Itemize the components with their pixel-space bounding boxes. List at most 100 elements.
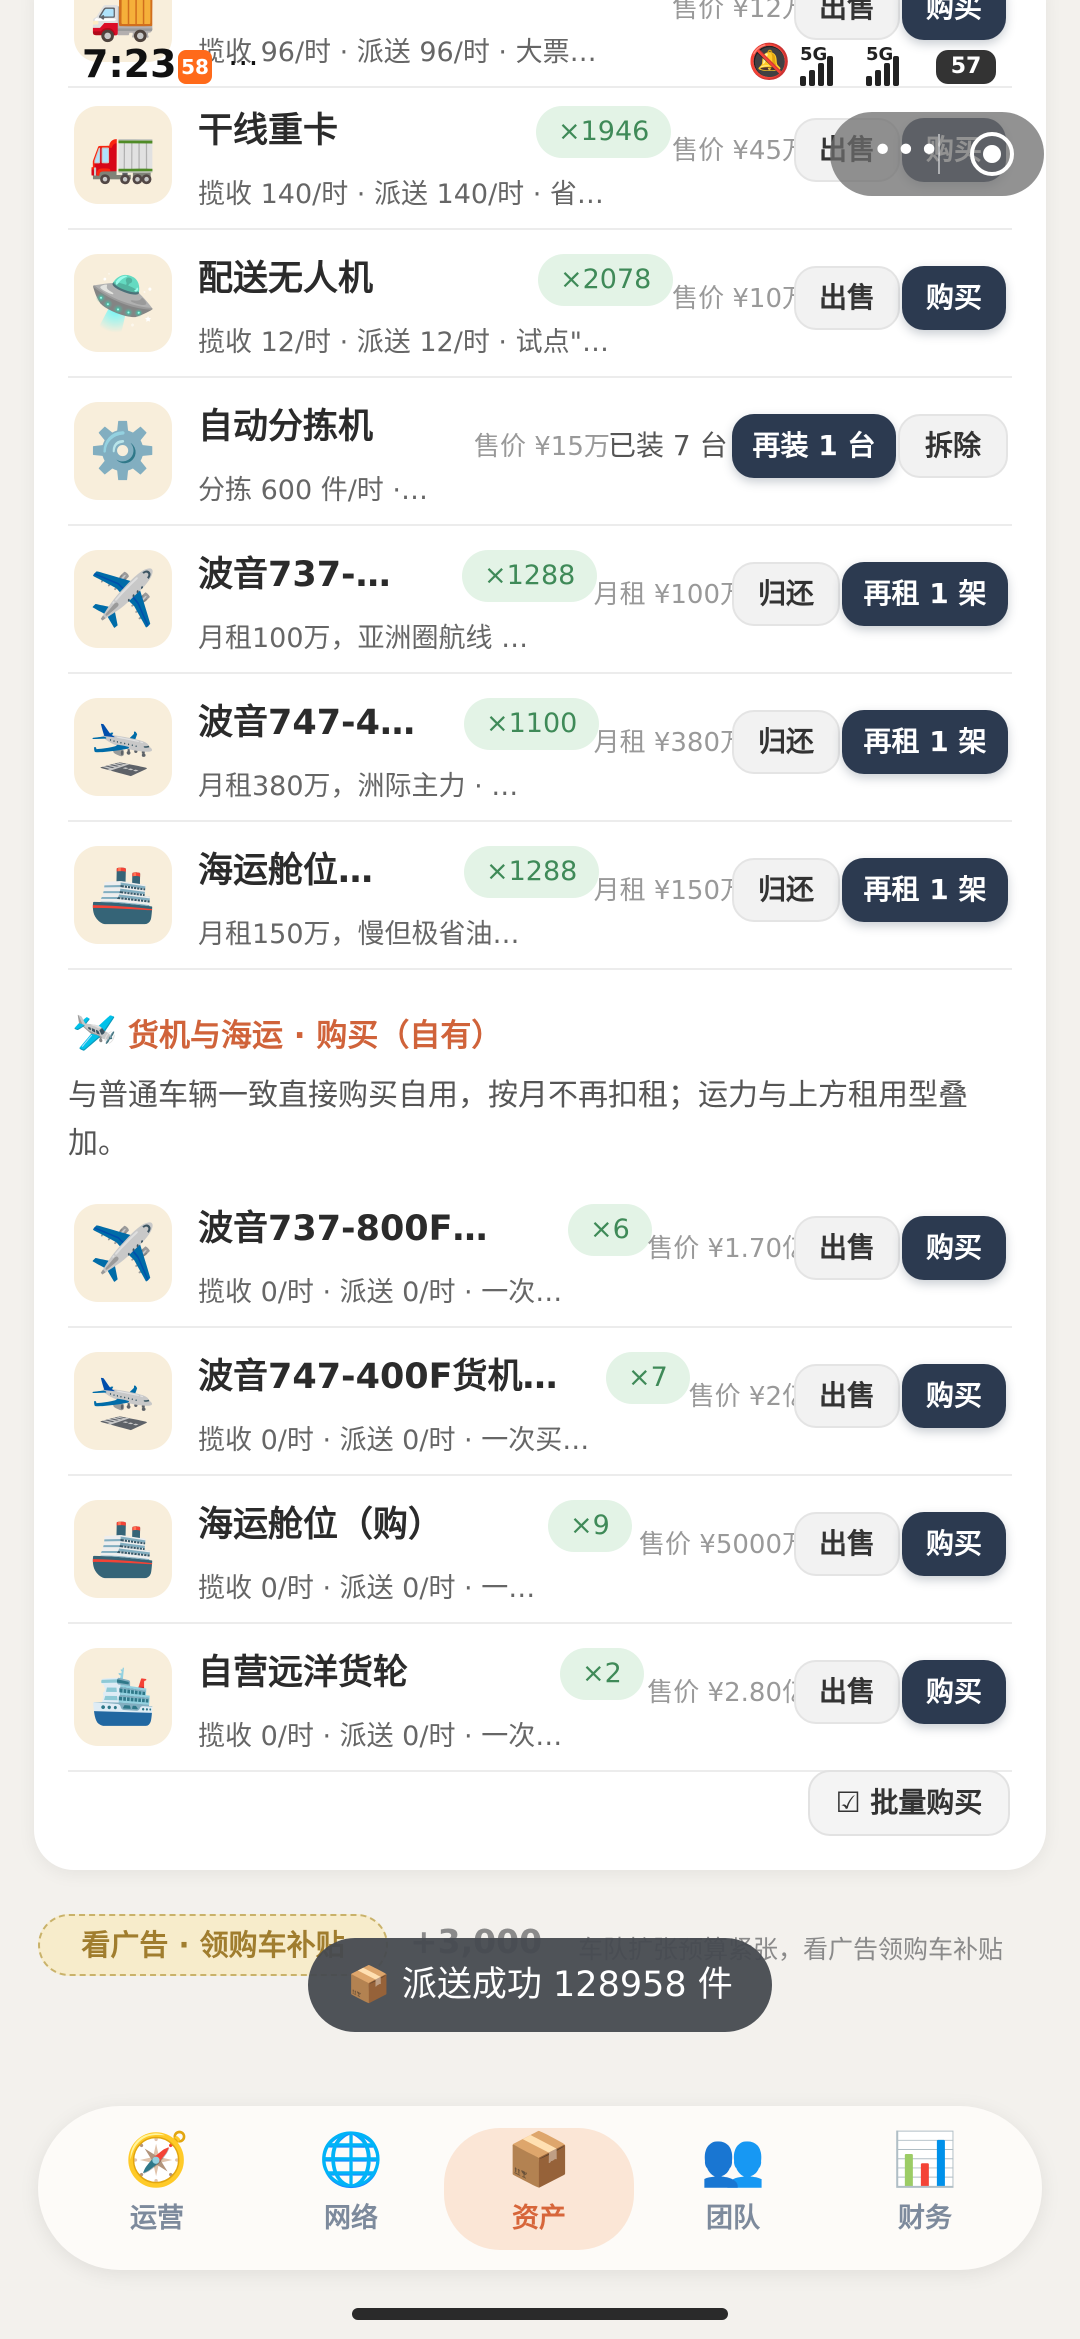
people-icon: 👥 (700, 2130, 766, 2190)
return-button[interactable]: 归还 (732, 562, 840, 626)
tab-team[interactable]: 👥 团队 (638, 2128, 828, 2250)
rent-one-more-button[interactable]: 再租 1 架 (842, 858, 1008, 922)
app-notification-icon: 58 (178, 50, 212, 84)
list-item: 🚢 海运舱位… ×1288 月租150万，慢但极省油… 月租 ¥150万 归还 再租 1 架 (34, 822, 1046, 970)
list-item: ⚙️ 自动分拣机分拣 600 件/时 ·… 售价 ¥15万 已装 7 台再装 1 台拆… (34, 378, 1046, 526)
item-sub: 揽收 0/时 · 派送 0/时 · 一次买… (198, 1425, 590, 1456)
clock: 7:23 (82, 42, 177, 86)
buy-button[interactable]: 购买 (902, 1660, 1006, 1724)
count-badge: ×1288 (462, 550, 598, 602)
count-badge: ×7 (606, 1352, 690, 1404)
buy-button[interactable]: 购买 (902, 266, 1006, 330)
monthly-rent: 月租 ¥150万 (593, 876, 746, 906)
tab-label: 网络 (324, 2203, 378, 2234)
buy-button[interactable]: 购买 (902, 1512, 1006, 1576)
return-button[interactable]: 归还 (732, 710, 840, 774)
count-badge: ×2078 (538, 254, 674, 306)
tab-assets[interactable]: 📦 资产 (444, 2128, 634, 2250)
item-price: 售价 ¥10万 (672, 284, 808, 314)
count-badge: ×9 (548, 1500, 632, 1552)
item-name: 自动分拣机 (198, 407, 374, 447)
list-item: 🛸 配送无人机 ×2078 揽收 12/时 · 派送 12/时 · 试点"… 售价 ¥1… (34, 230, 1046, 378)
capsule-divider (938, 134, 940, 174)
sell-button[interactable]: 出售 (794, 266, 900, 330)
more-notifications-icon: ··· (228, 44, 259, 82)
item-sub: 揽收 0/时 · 派送 0/时 · 一次… (198, 1721, 563, 1752)
item-price: 售价 ¥1.70亿 (647, 1234, 808, 1264)
item-price: 售价 ¥2亿 (688, 1382, 808, 1412)
item-price: 售价 ¥2.80亿 (647, 1678, 808, 1708)
sell-button[interactable]: 出售 (794, 1512, 900, 1576)
item-name: 配送无人机 (198, 259, 374, 299)
vehicle-icon: 🚢 (74, 1500, 172, 1598)
item-name: 自营远洋货轮 (198, 1653, 409, 1693)
list-item: 🛬 波音747-4… ×1100 月租380万，洲际主力 · … 月租 ¥380万 归还再… (34, 674, 1046, 822)
globe-icon: 🌐 (318, 2130, 384, 2190)
count-badge: ×2 (560, 1648, 644, 1700)
rent-one-more-button[interactable]: 再租 1 架 (842, 562, 1008, 626)
vehicle-icon: 🛬 (74, 698, 172, 796)
install-one-button[interactable]: 再装 1 台 (732, 414, 896, 478)
item-price: 售价 ¥15万 (474, 432, 610, 462)
tab-label: 资产 (512, 2203, 566, 2234)
tab-label: 财务 (898, 2203, 952, 2234)
signal-icon-2 (866, 52, 906, 86)
sell-button[interactable]: 出售 (794, 1364, 900, 1428)
tab-label: 运营 (130, 2203, 184, 2234)
count-badge: ×6 (568, 1204, 652, 1256)
divider (68, 968, 1012, 970)
batch-buy-button[interactable]: ☑ 批量购买 (808, 1770, 1010, 1836)
more-menu-icon[interactable]: ••• (872, 130, 942, 171)
item-sub: 揽收 0/时 · 派送 0/时 · 一… (198, 1573, 536, 1604)
airplane-icon: 🛩️ (72, 1013, 117, 1054)
installed-count: 已装 7 台 (608, 429, 728, 462)
battery-icon: 57 (936, 50, 996, 84)
item-sub: 分拣 600 件/时 ·… (198, 475, 428, 506)
tab-label: 团队 (706, 2203, 760, 2234)
item-name: 海运舱位（购） (198, 1505, 444, 1545)
rent-one-more-button[interactable]: 再租 1 架 (842, 710, 1008, 774)
item-price: 售价 ¥45万 (672, 136, 808, 166)
section-title: 货机与海运 · 购买（自有） (128, 1018, 503, 1054)
count-badge: ×1100 (464, 698, 600, 750)
count-badge: ×1946 (536, 106, 672, 158)
vehicle-icon: 🛳️ (74, 1648, 172, 1746)
vehicle-icon: ⚙️ (74, 402, 172, 500)
item-sub: 揽收 0/时 · 派送 0/时 · 一次… (198, 1277, 563, 1308)
bottom-tab-bar: 🧭 运营 🌐 网络 📦 资产 👥 团队 📊 财务 (38, 2106, 1042, 2270)
item-sub: 月租100万，亚洲圈航线 … (198, 623, 529, 654)
count-badge: ×1288 (464, 846, 600, 898)
buy-button[interactable]: 购买 (902, 1216, 1006, 1280)
vehicle-icon: ✈️ (74, 550, 172, 648)
monthly-rent: 月租 ¥100万 (593, 580, 746, 610)
package-icon: 📦 (506, 2130, 572, 2190)
item-sub: 揽收 12/时 · 派送 12/时 · 试点"… (198, 327, 609, 358)
tab-operations[interactable]: 🧭 运营 (62, 2128, 252, 2250)
home-indicator (352, 2308, 728, 2320)
signal-icon (800, 52, 840, 86)
buy-button[interactable]: 购买 (902, 1364, 1006, 1428)
item-sub: 揽收 140/时 · 派送 140/时 · 省… (198, 179, 604, 210)
vehicle-icon: ✈️ (74, 1204, 172, 1302)
list-item: 🚢 海运舱位（购） ×9 揽收 0/时 · 派送 0/时 · 一… 售价 ¥5000万出… (34, 1476, 1046, 1624)
item-sub: 月租150万，慢但极省油… (198, 919, 520, 950)
remove-button[interactable]: 拆除 (898, 414, 1008, 478)
vehicle-icon: 🚢 (74, 846, 172, 944)
list-item: ✈️ 波音737-… ×1288 月租100万，亚洲圈航线 … 月租 ¥100万 归还 再租… (34, 526, 1046, 674)
item-name: 波音747-400F货机… (198, 1357, 558, 1397)
sell-button[interactable]: 出售 (794, 1660, 900, 1724)
vehicle-icon: 🚛 (74, 106, 172, 204)
item-name: 波音737-… (198, 555, 391, 595)
item-name: 波音737-800F… (198, 1209, 488, 1249)
close-miniprogram-icon[interactable] (970, 132, 1014, 176)
item-name: 海运舱位… (198, 851, 374, 891)
delivery-toast: 📦 派送成功 128958 件 (308, 1938, 772, 2032)
tab-finance[interactable]: 📊 财务 (830, 2128, 1020, 2250)
tab-network[interactable]: 🌐 网络 (256, 2128, 446, 2250)
chart-icon: 📊 (892, 2130, 958, 2190)
return-button[interactable]: 归还 (732, 858, 840, 922)
compass-icon: 🧭 (124, 2130, 190, 2190)
item-name: 干线重卡 (198, 111, 339, 151)
sell-button[interactable]: 出售 (794, 1216, 900, 1280)
list-item: ✈️ 波音737-800F… ×6 揽收 0/时 · 派送 0/时 · 一次… 售价 ¥… (34, 1180, 1046, 1328)
